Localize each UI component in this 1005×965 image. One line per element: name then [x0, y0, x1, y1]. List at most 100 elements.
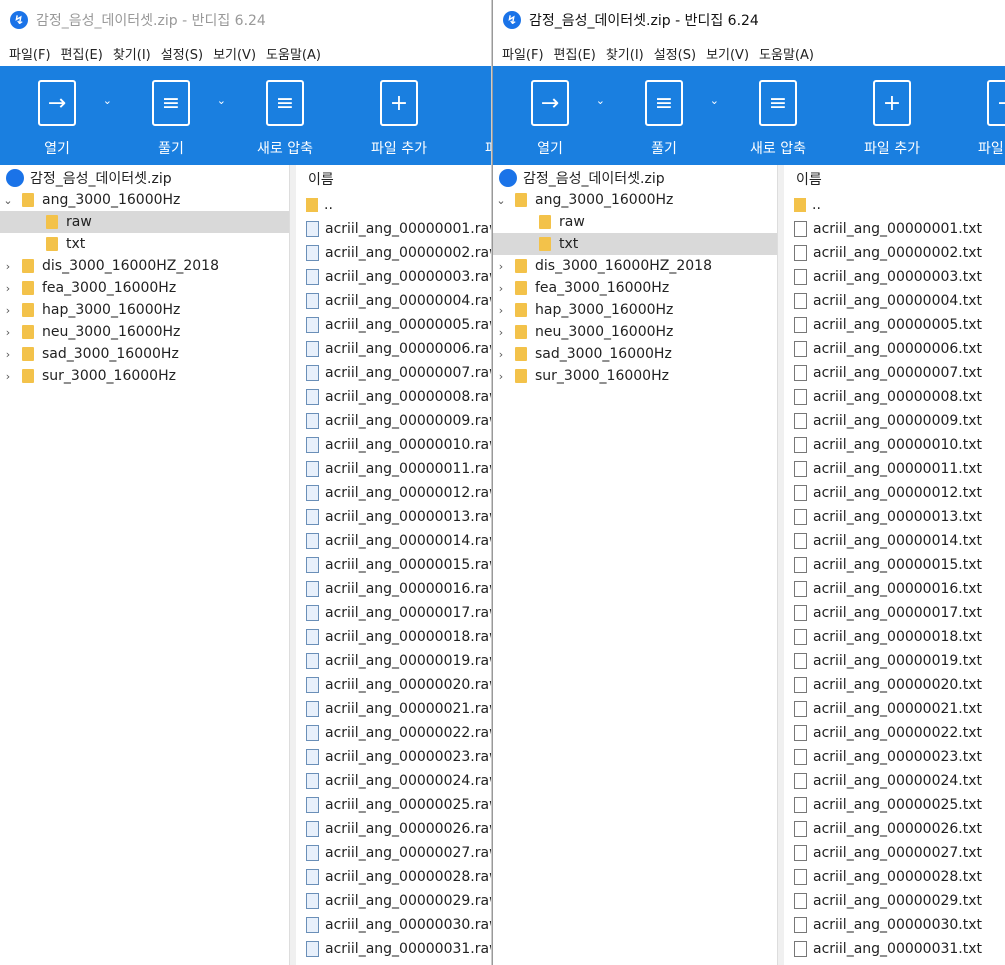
- column-header-name[interactable]: 이름: [304, 165, 491, 193]
- chevron-right-icon[interactable]: ›: [493, 282, 509, 295]
- list-item[interactable]: acriil_ang_00000019.raw: [304, 649, 491, 673]
- menu-item-1[interactable]: 편집(E): [549, 44, 601, 63]
- list-item[interactable]: acriil_ang_00000009.raw: [304, 409, 491, 433]
- toolbar-delete-file-button[interactable]: −파일 삭제: [949, 80, 1005, 158]
- chevron-right-icon[interactable]: ›: [493, 304, 509, 317]
- tree-folder[interactable]: ⌄ ang_3000_16000Hz: [493, 189, 777, 211]
- list-item[interactable]: acriil_ang_00000031.raw: [304, 937, 491, 961]
- list-item[interactable]: acriil_ang_00000012.raw: [304, 481, 491, 505]
- list-item[interactable]: acriil_ang_00000025.txt: [792, 793, 1005, 817]
- list-item[interactable]: acriil_ang_00000008.raw: [304, 385, 491, 409]
- list-item[interactable]: acriil_ang_00000001.raw: [304, 217, 491, 241]
- list-item[interactable]: acriil_ang_00000011.raw: [304, 457, 491, 481]
- tree-root[interactable]: 감정_음성_데이터셋.zip: [0, 167, 289, 189]
- list-item[interactable]: acriil_ang_00000028.txt: [792, 865, 1005, 889]
- chevron-right-icon[interactable]: ›: [493, 260, 509, 273]
- tree-folder[interactable]: › fea_3000_16000Hz: [0, 277, 289, 299]
- list-item[interactable]: acriil_ang_00000021.txt: [792, 697, 1005, 721]
- tree-subfolder-raw[interactable]: raw: [493, 211, 777, 233]
- list-item[interactable]: acriil_ang_00000025.raw: [304, 793, 491, 817]
- list-item[interactable]: acriil_ang_00000024.txt: [792, 769, 1005, 793]
- chevron-right-icon[interactable]: ›: [0, 282, 16, 295]
- toolbar-add-file-button[interactable]: + 파일 추가: [835, 80, 949, 158]
- list-item[interactable]: acriil_ang_00000024.raw: [304, 769, 491, 793]
- list-item[interactable]: acriil_ang_00000006.raw: [304, 337, 491, 361]
- toolbar-delete-file-button[interactable]: −파일 삭제: [456, 80, 491, 158]
- list-item[interactable]: acriil_ang_00000018.raw: [304, 625, 491, 649]
- chevron-down-icon[interactable]: ⌄: [710, 94, 719, 107]
- list-item[interactable]: acriil_ang_00000003.raw: [304, 265, 491, 289]
- list-item[interactable]: acriil_ang_00000023.raw: [304, 745, 491, 769]
- tree-folder[interactable]: › fea_3000_16000Hz: [493, 277, 777, 299]
- chevron-down-icon[interactable]: ⌄: [596, 94, 605, 107]
- list-item[interactable]: acriil_ang_00000005.txt: [792, 313, 1005, 337]
- list-item[interactable]: acriil_ang_00000027.txt: [792, 841, 1005, 865]
- list-item[interactable]: acriil_ang_00000020.txt: [792, 673, 1005, 697]
- tree-folder[interactable]: › neu_3000_16000Hz: [493, 321, 777, 343]
- chevron-right-icon[interactable]: ›: [0, 260, 16, 273]
- tree-folder[interactable]: › hap_3000_16000Hz: [493, 299, 777, 321]
- menu-item-3[interactable]: 설정(S): [156, 44, 208, 63]
- tree-folder[interactable]: › sad_3000_16000Hz: [0, 343, 289, 365]
- list-item-up[interactable]: ..: [304, 193, 491, 217]
- tree-folder[interactable]: › dis_3000_16000HZ_2018: [493, 255, 777, 277]
- chevron-down-icon[interactable]: ⌄: [493, 194, 509, 207]
- menu-item-5[interactable]: 도움말(A): [261, 44, 326, 63]
- list-item[interactable]: acriil_ang_00000013.raw: [304, 505, 491, 529]
- tree-folder[interactable]: ⌄ ang_3000_16000Hz: [0, 189, 289, 211]
- menu-item-3[interactable]: 설정(S): [649, 44, 701, 63]
- chevron-right-icon[interactable]: ›: [0, 348, 16, 361]
- list-item[interactable]: acriil_ang_00000026.txt: [792, 817, 1005, 841]
- list-item[interactable]: acriil_ang_00000001.txt: [792, 217, 1005, 241]
- list-item[interactable]: acriil_ang_00000019.txt: [792, 649, 1005, 673]
- chevron-right-icon[interactable]: ›: [0, 370, 16, 383]
- list-item[interactable]: acriil_ang_00000021.raw: [304, 697, 491, 721]
- list-item[interactable]: acriil_ang_00000013.txt: [792, 505, 1005, 529]
- tree-folder[interactable]: › neu_3000_16000Hz: [0, 321, 289, 343]
- list-item[interactable]: acriil_ang_00000003.txt: [792, 265, 1005, 289]
- chevron-right-icon[interactable]: ›: [493, 326, 509, 339]
- list-item[interactable]: acriil_ang_00000027.raw: [304, 841, 491, 865]
- list-item[interactable]: acriil_ang_00000012.txt: [792, 481, 1005, 505]
- list-item[interactable]: acriil_ang_00000011.txt: [792, 457, 1005, 481]
- tree-subfolder-txt[interactable]: txt: [493, 233, 777, 255]
- tree-root[interactable]: 감정_음성_데이터셋.zip: [493, 167, 777, 189]
- chevron-right-icon[interactable]: ›: [0, 304, 16, 317]
- chevron-down-icon[interactable]: ⌄: [217, 94, 226, 107]
- toolbar-extract-button[interactable]: ≡ 풀기 ⌄: [114, 80, 228, 158]
- list-item[interactable]: acriil_ang_00000007.raw: [304, 361, 491, 385]
- toolbar-add-file-button[interactable]: + 파일 추가: [342, 80, 456, 158]
- toolbar-compress-button[interactable]: ≡ 새로 압축: [228, 80, 342, 158]
- chevron-right-icon[interactable]: ›: [493, 348, 509, 361]
- list-item[interactable]: acriil_ang_00000017.txt: [792, 601, 1005, 625]
- menu-item-0[interactable]: 파일(F): [497, 44, 549, 63]
- list-item[interactable]: acriil_ang_00000009.txt: [792, 409, 1005, 433]
- menu-item-0[interactable]: 파일(F): [4, 44, 56, 63]
- list-item[interactable]: acriil_ang_00000002.raw: [304, 241, 491, 265]
- list-item[interactable]: acriil_ang_00000004.txt: [792, 289, 1005, 313]
- list-item[interactable]: acriil_ang_00000030.txt: [792, 913, 1005, 937]
- list-item-up[interactable]: ..: [792, 193, 1005, 217]
- list-item[interactable]: acriil_ang_00000017.raw: [304, 601, 491, 625]
- list-item[interactable]: acriil_ang_00000014.raw: [304, 529, 491, 553]
- chevron-right-icon[interactable]: ›: [493, 370, 509, 383]
- list-item[interactable]: acriil_ang_00000008.txt: [792, 385, 1005, 409]
- toolbar-open-button[interactable]: → 열기 ⌄: [493, 80, 607, 158]
- tree-folder[interactable]: › hap_3000_16000Hz: [0, 299, 289, 321]
- column-header-name[interactable]: 이름: [792, 165, 1005, 193]
- list-item[interactable]: acriil_ang_00000016.txt: [792, 577, 1005, 601]
- menu-item-4[interactable]: 보기(V): [208, 44, 261, 63]
- list-item[interactable]: acriil_ang_00000010.raw: [304, 433, 491, 457]
- list-item[interactable]: acriil_ang_00000014.txt: [792, 529, 1005, 553]
- list-item[interactable]: acriil_ang_00000022.txt: [792, 721, 1005, 745]
- list-item[interactable]: acriil_ang_00000020.raw: [304, 673, 491, 697]
- list-item[interactable]: acriil_ang_00000026.raw: [304, 817, 491, 841]
- toolbar-compress-button[interactable]: ≡ 새로 압축: [721, 80, 835, 158]
- list-item[interactable]: acriil_ang_00000030.raw: [304, 913, 491, 937]
- chevron-right-icon[interactable]: ›: [0, 326, 16, 339]
- list-item[interactable]: acriil_ang_00000029.raw: [304, 889, 491, 913]
- menu-item-2[interactable]: 찾기(I): [601, 44, 649, 63]
- menu-item-1[interactable]: 편집(E): [56, 44, 108, 63]
- list-item[interactable]: acriil_ang_00000015.txt: [792, 553, 1005, 577]
- list-item[interactable]: acriil_ang_00000016.raw: [304, 577, 491, 601]
